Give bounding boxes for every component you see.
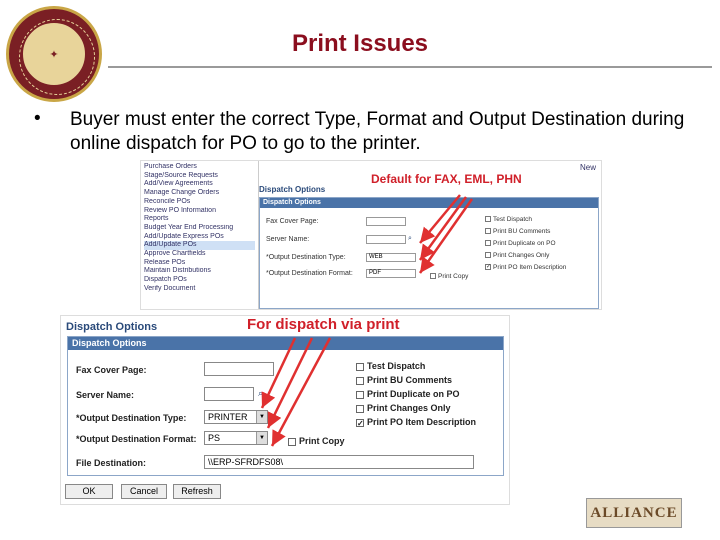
arrow-line bbox=[270, 337, 332, 447]
arrow-line bbox=[418, 196, 468, 261]
alliance-logo: ALLIANCE bbox=[586, 498, 682, 528]
arrow-line bbox=[260, 337, 297, 409]
alliance-logo-text: ALLIANCE bbox=[590, 504, 678, 521]
annotation-arrows bbox=[260, 194, 474, 447]
arrow-line bbox=[419, 194, 461, 244]
